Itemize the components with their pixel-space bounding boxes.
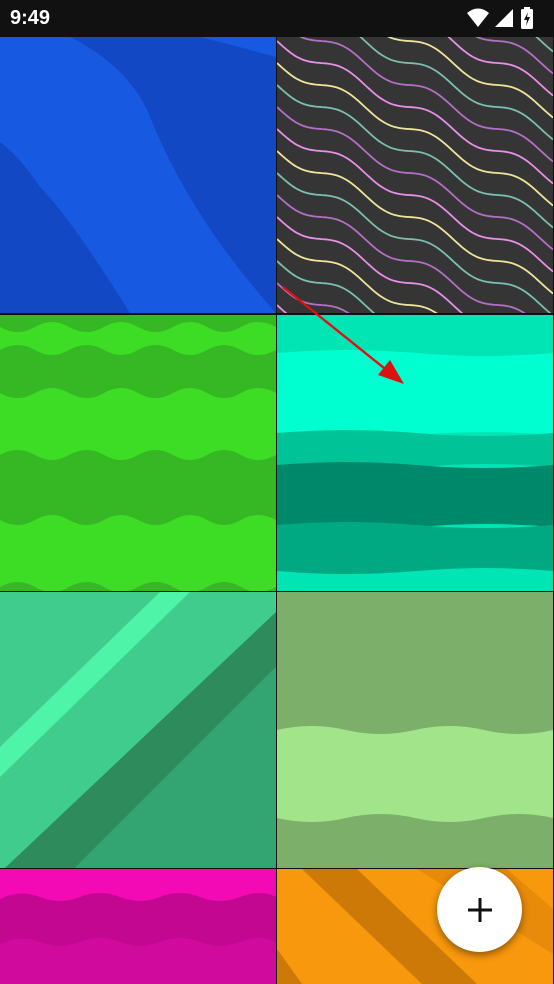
plus-icon: [467, 897, 492, 922]
battery-charging-icon: [521, 7, 533, 29]
wifi-icon: [467, 8, 489, 27]
add-wallpaper-button[interactable]: [437, 867, 522, 952]
status-time: 9:49: [10, 7, 51, 29]
wallpaper-tile-magenta-waves[interactable]: [0, 869, 276, 984]
wallpaper-grid: [0, 37, 554, 984]
status-bar: 9:49: [0, 0, 554, 37]
wallpaper-tile-green-waves[interactable]: [0, 315, 276, 591]
wallpaper-tile-blue-bands[interactable]: [0, 37, 276, 313]
wallpaper-tile-teal-waves[interactable]: [277, 315, 553, 591]
wallpaper-tile-sage-waves[interactable]: [277, 592, 553, 868]
cellular-signal-icon: [495, 9, 513, 27]
wallpaper-tile-dark-squiggles[interactable]: [277, 37, 553, 313]
wallpaper-tile-mint-bands[interactable]: [0, 592, 276, 868]
